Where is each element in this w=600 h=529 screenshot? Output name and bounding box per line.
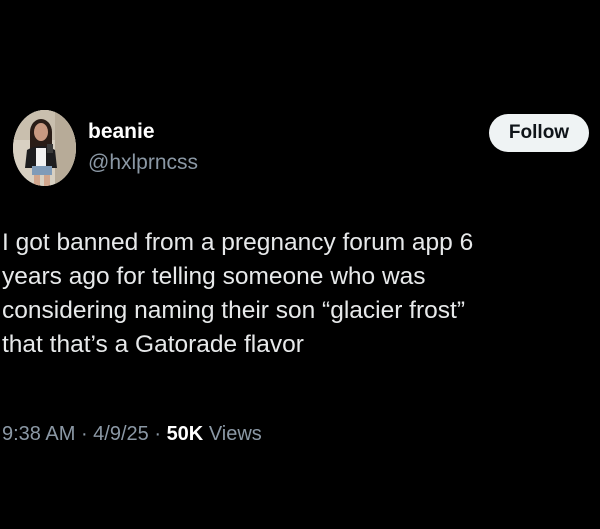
meta-separator: · (148, 423, 167, 445)
tweet-text-line: considering naming their son “glacier fr… (2, 297, 465, 324)
tweet-text-line: that that’s a Gatorade flavor (2, 331, 304, 358)
tweet-time[interactable]: 9:38 AM (2, 423, 75, 445)
tweet-text: I got banned from a pregnancy forum app … (2, 226, 592, 362)
tweet-text-line: I got banned from a pregnancy forum app … (2, 229, 474, 256)
meta-separator: · (75, 423, 94, 445)
tweet-card: beanie @hxlprncss Follow I got banned fr… (0, 0, 600, 529)
avatar-photo-icon (13, 110, 76, 186)
user-handle[interactable]: @hxlprncss (88, 150, 198, 176)
display-name[interactable]: beanie (88, 119, 155, 145)
tweet-meta: 9:38 AM · 4/9/25 · 50K Views (2, 421, 262, 447)
views-label: Views (203, 423, 262, 445)
avatar[interactable] (13, 110, 76, 186)
views-count: 50K (166, 423, 204, 445)
tweet-text-line: years ago for telling someone who was (2, 263, 426, 290)
follow-button[interactable]: Follow (489, 114, 589, 152)
tweet-date[interactable]: 4/9/25 (93, 423, 149, 445)
